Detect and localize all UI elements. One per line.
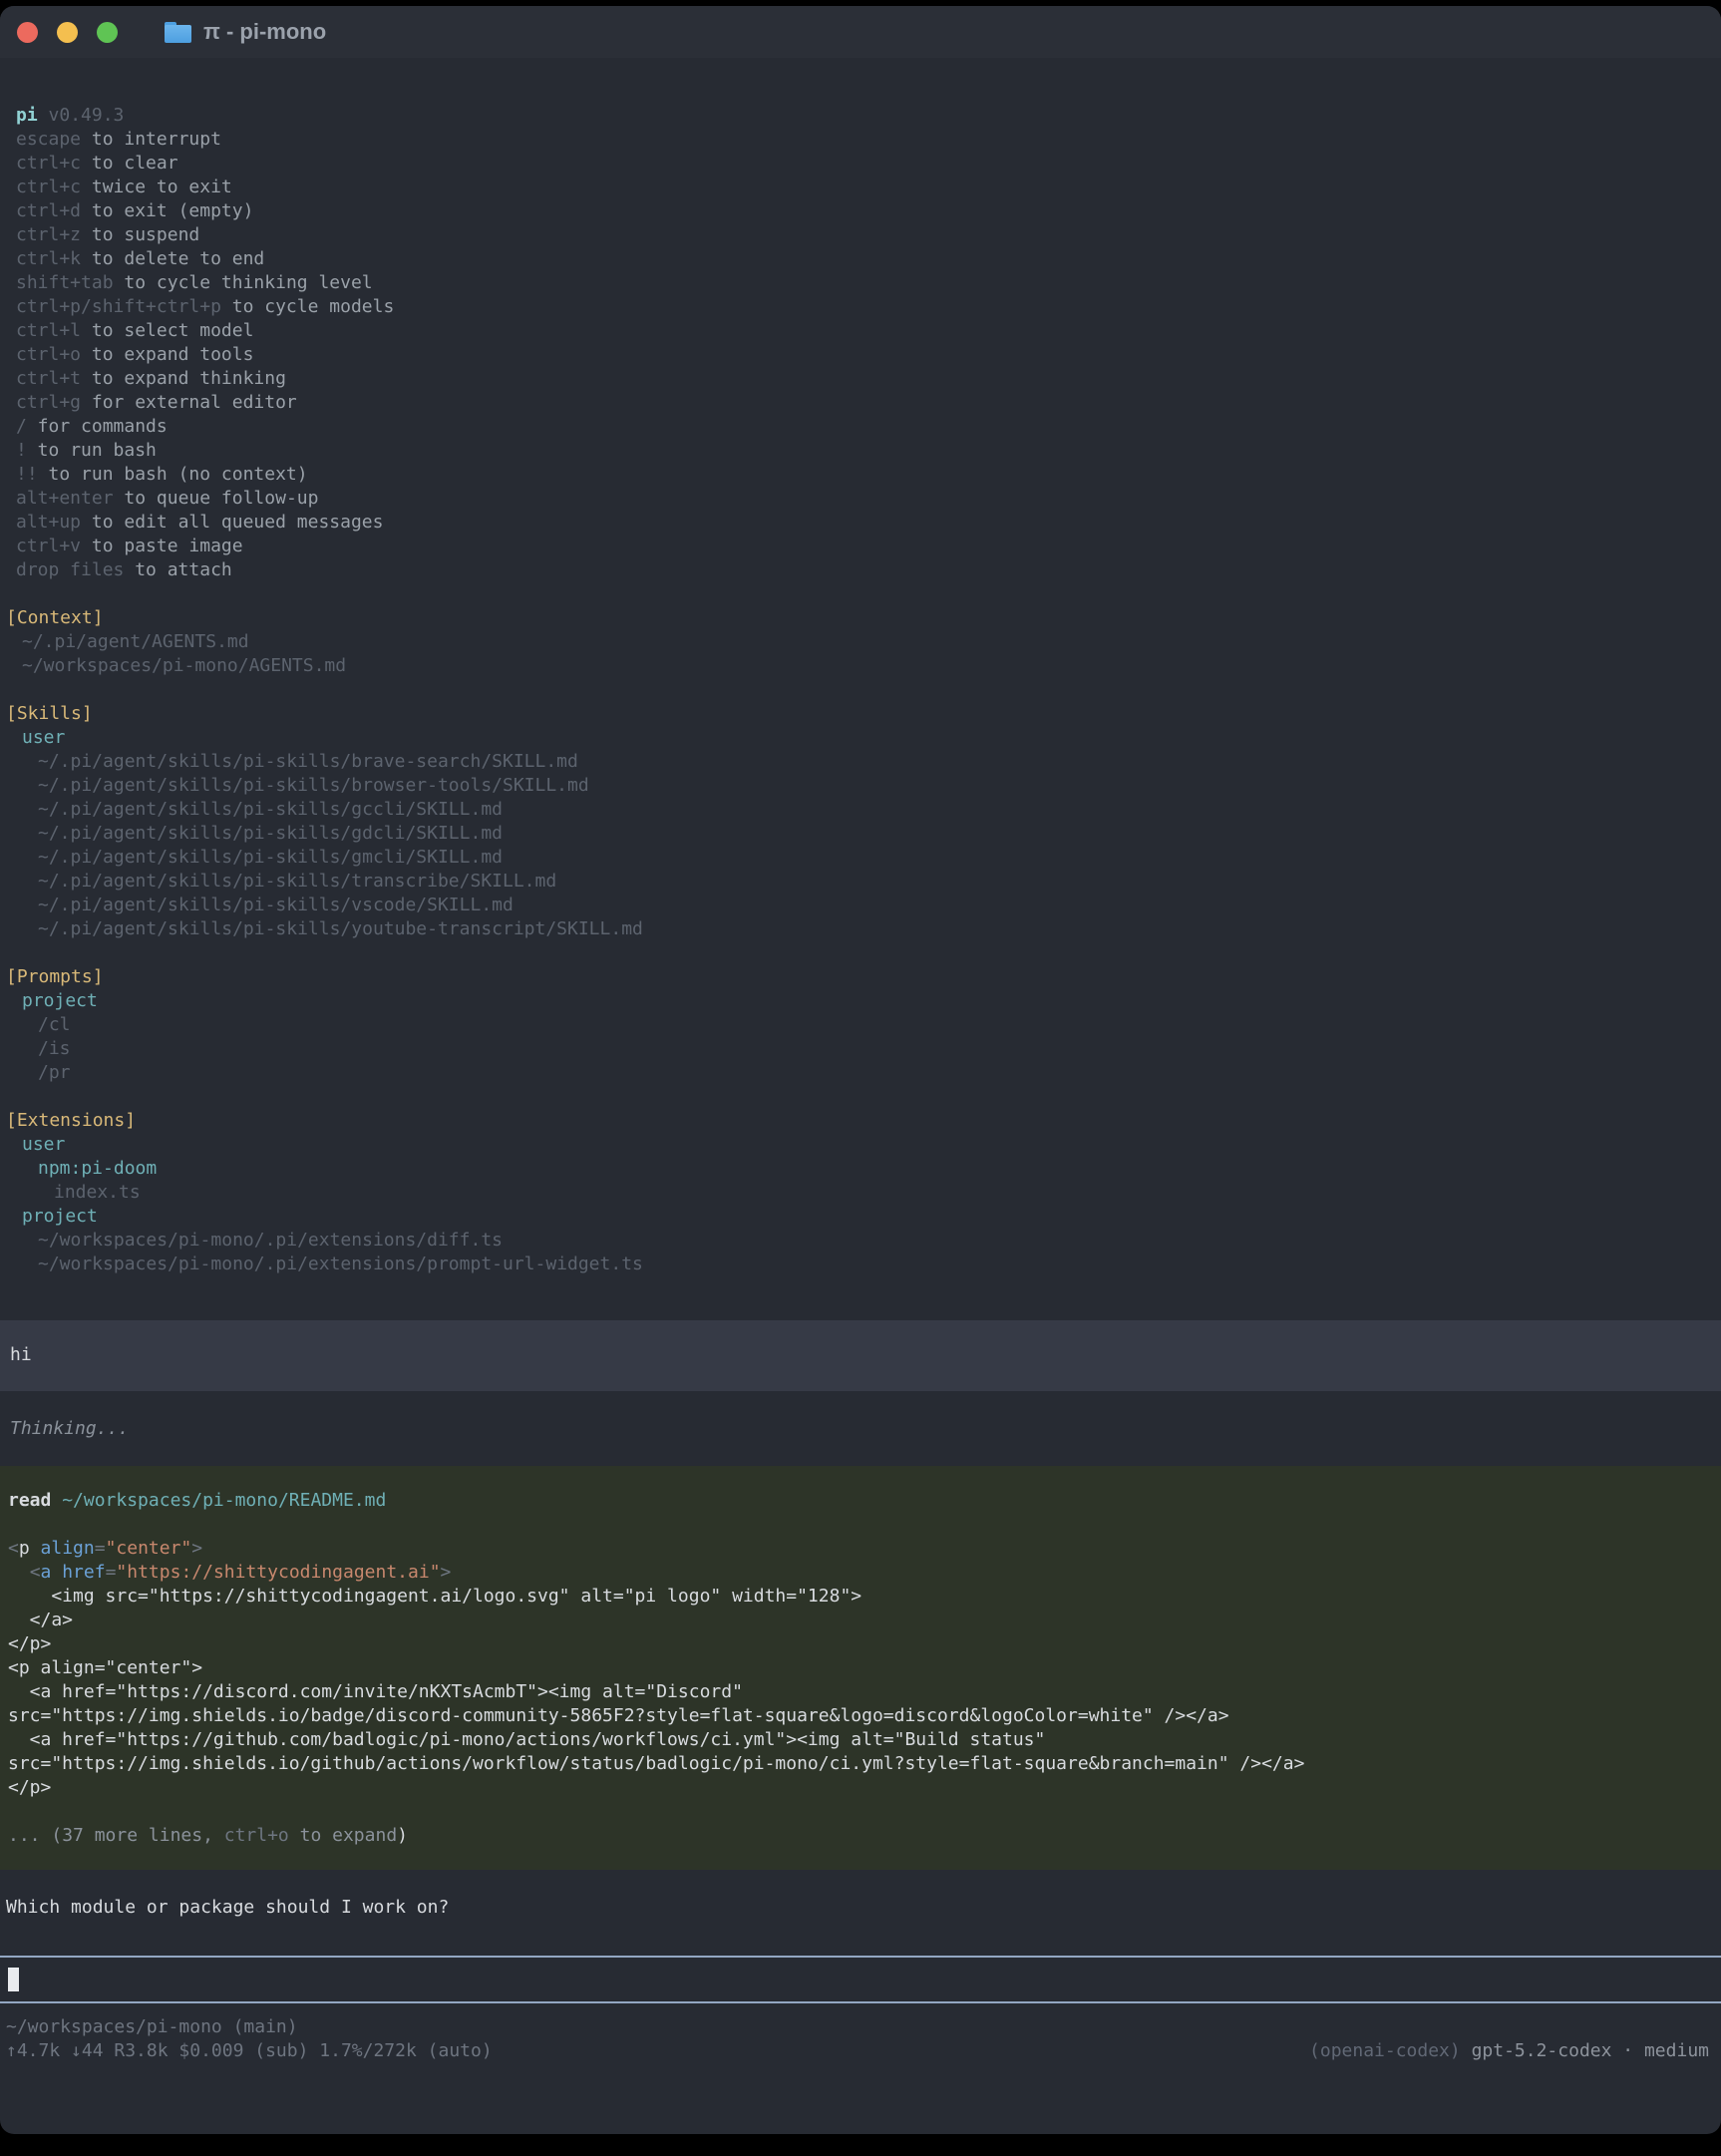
section-item: user <box>0 1133 1721 1157</box>
section-item: ~/workspaces/pi-mono/.pi/extensions/diff… <box>0 1229 1721 1253</box>
app-version-line: pi v0.49.3 <box>0 104 1721 128</box>
code-line: <a href="https://discord.com/invite/nKXT… <box>0 1680 1721 1704</box>
tool-name: read <box>8 1490 51 1511</box>
thinking-text: Thinking... <box>0 1417 1721 1441</box>
shortcut-line: ctrl+z to suspend <box>0 223 1721 247</box>
section-item: ~/.pi/agent/skills/pi-skills/gccli/SKILL… <box>0 798 1721 822</box>
shortcut-line: drop files to attach <box>0 558 1721 582</box>
app-name: pi <box>16 105 38 126</box>
shortcut-line: ctrl+c twice to exit <box>0 176 1721 199</box>
section-header: [Skills] <box>0 702 1721 726</box>
section-item: project <box>0 1205 1721 1229</box>
section-item: ~/.pi/agent/skills/pi-skills/youtube-tra… <box>0 917 1721 941</box>
section-item: ~/.pi/agent/skills/pi-skills/brave-searc… <box>0 750 1721 774</box>
prompt-input[interactable] <box>0 1956 1721 2003</box>
section-item: ~/.pi/agent/skills/pi-skills/transcribe/… <box>0 870 1721 894</box>
shortcut-line: ctrl+t to expand thinking <box>0 367 1721 391</box>
code-line: <a href="https://github.com/badlogic/pi-… <box>0 1728 1721 1752</box>
shortcut-line: ctrl+p/shift+ctrl+p to cycle models <box>0 295 1721 319</box>
section-item: npm:pi-doom <box>0 1157 1721 1181</box>
code-line: </p> <box>0 1632 1721 1656</box>
shortcut-line: ctrl+c to clear <box>0 152 1721 176</box>
code-line: <p align="center"> <box>0 1537 1721 1561</box>
code-line: <img src="https://shittycodingagent.ai/l… <box>0 1585 1721 1609</box>
section-item: ~/workspaces/pi-mono/.pi/extensions/prom… <box>0 1253 1721 1276</box>
app-version: v0.49.3 <box>49 105 125 126</box>
shortcut-line: ctrl+l to select model <box>0 319 1721 343</box>
terminal-window: π - pi-mono pi v0.49.3 escape to interru… <box>0 6 1721 2134</box>
section-item: ~/.pi/agent/skills/pi-skills/browser-too… <box>0 774 1721 798</box>
user-message: hi <box>0 1320 1721 1391</box>
section-item: ~/.pi/agent/AGENTS.md <box>0 630 1721 654</box>
section-item: /pr <box>0 1061 1721 1085</box>
shortcut-line: ctrl+v to paste image <box>0 535 1721 558</box>
section-item: project <box>0 989 1721 1013</box>
section-header: [Context] <box>0 606 1721 630</box>
section-item: /is <box>0 1037 1721 1061</box>
section-item: /cl <box>0 1013 1721 1037</box>
assistant-message: Which module or package should I work on… <box>0 1896 1721 1920</box>
code-line: <p align="center"> <box>0 1656 1721 1680</box>
shortcut-line: ctrl+g for external editor <box>0 391 1721 415</box>
section-item: ~/.pi/agent/skills/pi-skills/gmcli/SKILL… <box>0 846 1721 870</box>
thinking-indicator: Thinking... <box>0 1417 1721 1441</box>
section-header: [Extensions] <box>0 1109 1721 1133</box>
terminal-content: pi v0.49.3 escape to interruptctrl+c to … <box>0 58 1721 2063</box>
provider-name: (openai-codex) <box>1309 2040 1472 2061</box>
tool-call-read-block: read ~/workspaces/pi-mono/README.md <p a… <box>0 1466 1721 1870</box>
close-window-button[interactable] <box>17 22 38 43</box>
user-message-text: hi <box>0 1343 1721 1367</box>
tool-output-code: <p align="center"> <a href="https://shit… <box>0 1537 1721 1800</box>
token-cost-stats: ↑4.7k ↓44 R3.8k $0.009 (sub) 1.7%/272k (… <box>6 2039 493 2063</box>
shortcut-line: ctrl+d to exit (empty) <box>0 199 1721 223</box>
cwd-branch-line: ~/workspaces/pi-mono (main) <box>0 2015 1721 2039</box>
shortcut-line: ctrl+k to delete to end <box>0 247 1721 271</box>
shortcut-line: ! to run bash <box>0 439 1721 463</box>
stats-line: ↑4.7k ↓44 R3.8k $0.009 (sub) 1.7%/272k (… <box>0 2039 1721 2063</box>
code-line: src="https://img.shields.io/github/actio… <box>0 1752 1721 1776</box>
titlebar: π - pi-mono <box>0 6 1721 58</box>
section-item: ~/.pi/agent/skills/pi-skills/vscode/SKIL… <box>0 894 1721 917</box>
section-item: index.ts <box>0 1181 1721 1205</box>
expand-hint-line: ... (37 more lines, ctrl+o to expand) <box>0 1824 1721 1848</box>
code-line: </a> <box>0 1609 1721 1632</box>
window-title: π - pi-mono <box>203 19 326 45</box>
zoom-window-button[interactable] <box>97 22 118 43</box>
shortcut-line: shift+tab to cycle thinking level <box>0 271 1721 295</box>
text-cursor <box>8 1968 19 1991</box>
code-line: </p> <box>0 1776 1721 1800</box>
startup-sections: [Context]~/.pi/agent/AGENTS.md~/workspac… <box>0 582 1721 1276</box>
shortcut-line: escape to interrupt <box>0 128 1721 152</box>
shortcut-line: alt+up to edit all queued messages <box>0 511 1721 535</box>
shortcut-line: alt+enter to queue follow-up <box>0 487 1721 511</box>
folder-icon <box>165 22 191 43</box>
model-info: (openai-codex) gpt-5.2-codex · medium <box>1309 2039 1709 2063</box>
model-name: gpt-5.2-codex · medium <box>1472 2040 1709 2061</box>
section-header: [Prompts] <box>0 965 1721 989</box>
shortcuts-list: escape to interruptctrl+c to clearctrl+c… <box>0 128 1721 582</box>
shortcut-line: ctrl+o to expand tools <box>0 343 1721 367</box>
shortcut-line: / for commands <box>0 415 1721 439</box>
tool-call-header: read ~/workspaces/pi-mono/README.md <box>0 1489 1721 1513</box>
minimize-window-button[interactable] <box>57 22 78 43</box>
section-item: ~/workspaces/pi-mono/AGENTS.md <box>0 654 1721 678</box>
tool-argument-path: ~/workspaces/pi-mono/README.md <box>62 1490 386 1511</box>
status-footer: ~/workspaces/pi-mono (main) ↑4.7k ↓44 R3… <box>0 2015 1721 2063</box>
shortcut-line: !! to run bash (no context) <box>0 463 1721 487</box>
code-line: <a href="https://shittycodingagent.ai"> <box>0 1561 1721 1585</box>
section-item: ~/.pi/agent/skills/pi-skills/gdcli/SKILL… <box>0 822 1721 846</box>
code-line: src="https://img.shields.io/badge/discor… <box>0 1704 1721 1728</box>
assistant-message-text: Which module or package should I work on… <box>0 1896 1721 1920</box>
section-item: user <box>0 726 1721 750</box>
